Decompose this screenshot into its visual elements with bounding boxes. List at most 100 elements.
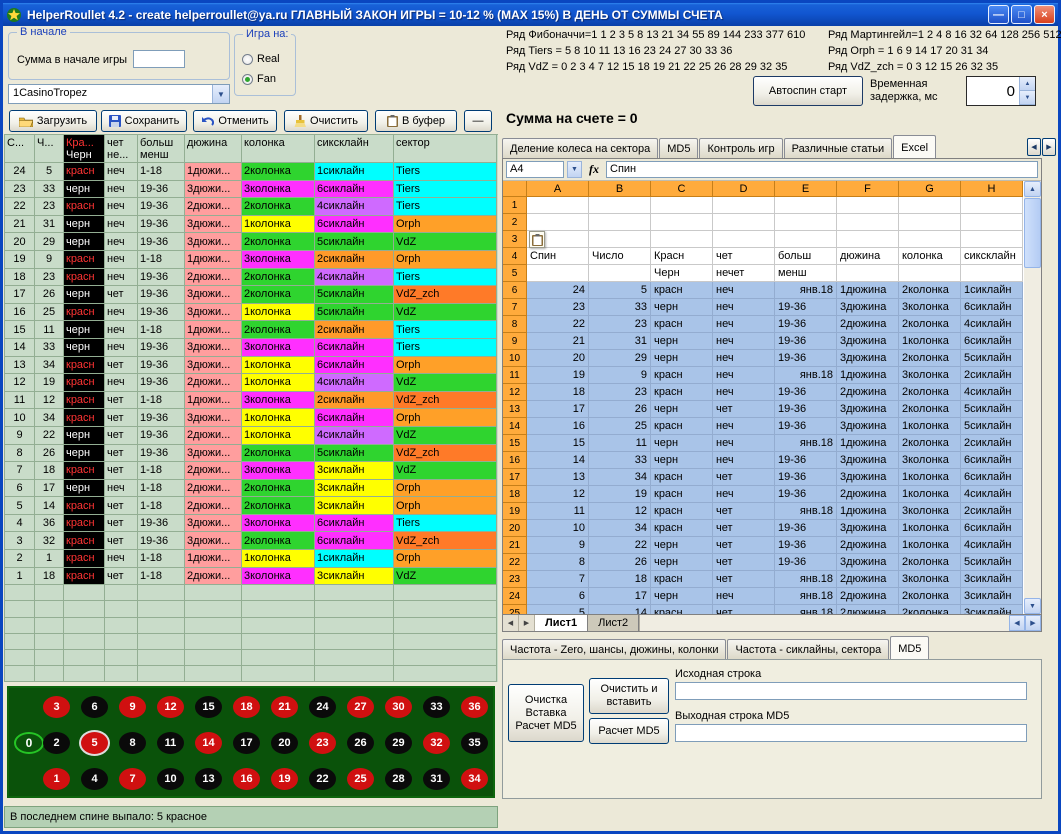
excel-cell[interactable]: 6сиклайн (961, 469, 1023, 486)
excel-cell[interactable]: 3дюжина (837, 299, 899, 316)
excel-cell[interactable]: Число (589, 248, 651, 265)
excel-cell[interactable]: 22 (589, 537, 651, 554)
excel-cell[interactable]: 2колонка (899, 588, 961, 605)
excel-column-header[interactable]: G (899, 181, 961, 197)
excel-cell[interactable]: чет (713, 520, 775, 537)
md5-clear-and-paste-button[interactable]: Очистить и вставить (589, 678, 669, 714)
scrollbar-thumb[interactable] (1024, 198, 1041, 268)
excel-column-header[interactable]: A (527, 181, 589, 197)
excel-cell[interactable] (589, 214, 651, 231)
bottom-tab-2[interactable]: Частота - сиклайны, сектора (727, 639, 889, 659)
excel-cell[interactable] (961, 214, 1023, 231)
excel-cell[interactable]: черн (651, 435, 713, 452)
tab-5[interactable]: Excel (893, 135, 936, 158)
excel-cell[interactable]: 19-36 (775, 350, 837, 367)
excel-cell[interactable]: 2колонка (899, 554, 961, 571)
excel-row-header[interactable]: 19 (503, 503, 527, 520)
excel-cell[interactable]: неч (713, 435, 775, 452)
excel-cell[interactable]: 2колонка (899, 316, 961, 333)
sheet-prev-icon[interactable]: ◀ (503, 615, 519, 631)
excel-cell[interactable]: 3дюжина (837, 554, 899, 571)
excel-cell[interactable]: 2колонка (899, 282, 961, 299)
excel-cell[interactable]: чет (713, 554, 775, 571)
radio-option-fan[interactable]: Fan (242, 69, 280, 89)
excel-cell[interactable]: янв.18 (775, 367, 837, 384)
excel-cell[interactable]: 3дюжина (837, 401, 899, 418)
excel-cell[interactable] (961, 231, 1023, 248)
excel-row-header[interactable]: 22 (503, 554, 527, 571)
excel-cell[interactable]: 19-36 (775, 333, 837, 350)
spinner-up-icon[interactable]: ▲ (1020, 77, 1035, 91)
excel-cell[interactable]: 25 (589, 418, 651, 435)
excel-cell[interactable]: 3дюжина (837, 469, 899, 486)
md5-calc-button[interactable]: Расчет MD5 (589, 718, 669, 744)
excel-cell[interactable]: 23 (527, 299, 589, 316)
excel-row-header[interactable]: 20 (503, 520, 527, 537)
excel-cell[interactable]: 18 (527, 384, 589, 401)
excel-cell[interactable]: 12 (527, 486, 589, 503)
excel-cell[interactable] (527, 214, 589, 231)
excel-cell[interactable]: 14 (527, 452, 589, 469)
casino-select[interactable]: 1CasinoTropez ▼ (8, 84, 230, 104)
excel-row-header[interactable]: 8 (503, 316, 527, 333)
horizontal-scrollbar[interactable]: ◀▶ (639, 615, 1041, 631)
excel-cell[interactable] (651, 231, 713, 248)
paste-options-icon[interactable] (529, 231, 545, 248)
excel-cell[interactable]: неч (713, 350, 775, 367)
excel-cell[interactable]: 3сиклайн (961, 588, 1023, 605)
excel-row-header[interactable]: 21 (503, 537, 527, 554)
excel-cell[interactable]: 3колонка (899, 299, 961, 316)
excel-cell[interactable]: 31 (589, 333, 651, 350)
excel-cell[interactable]: 4сиклайн (961, 384, 1023, 401)
excel-cell[interactable]: 20 (527, 350, 589, 367)
excel-cell[interactable] (775, 214, 837, 231)
excel-cell[interactable]: Черн (651, 265, 713, 282)
excel-cell[interactable]: янв.18 (775, 282, 837, 299)
excel-cell[interactable]: 6сиклайн (961, 520, 1023, 537)
excel-cell[interactable] (961, 197, 1023, 214)
excel-cell[interactable]: 19-36 (775, 418, 837, 435)
excel-cell[interactable]: 19-36 (775, 316, 837, 333)
excel-cell[interactable]: 2сиклайн (961, 367, 1023, 384)
excel-row-header[interactable]: 23 (503, 571, 527, 588)
excel-cell[interactable]: 8 (527, 554, 589, 571)
excel-cell[interactable]: 4сиклайн (961, 486, 1023, 503)
undo-button[interactable]: Отменить (193, 110, 277, 132)
excel-cell[interactable]: 1сиклайн (961, 282, 1023, 299)
excel-cell[interactable]: чет (713, 537, 775, 554)
excel-cell[interactable]: чет (713, 571, 775, 588)
excel-row-header[interactable]: 24 (503, 588, 527, 605)
excel-cell[interactable]: черн (651, 588, 713, 605)
excel-cell[interactable]: красн (651, 316, 713, 333)
excel-cell[interactable] (713, 197, 775, 214)
excel-row-header[interactable]: 18 (503, 486, 527, 503)
excel-cell[interactable]: янв.18 (775, 571, 837, 588)
excel-row-header[interactable]: 13 (503, 401, 527, 418)
excel-row-header[interactable]: 4 (503, 248, 527, 265)
excel-cell[interactable]: 19-36 (775, 520, 837, 537)
excel-cell[interactable]: 1колонка (899, 333, 961, 350)
excel-cell[interactable]: 1колонка (899, 486, 961, 503)
excel-cell[interactable]: красн (651, 418, 713, 435)
excel-column-header[interactable]: F (837, 181, 899, 197)
excel-cell[interactable]: 2колонка (899, 401, 961, 418)
excel-cell[interactable]: неч (713, 384, 775, 401)
excel-cell[interactable]: красн (651, 486, 713, 503)
sheet-next-icon[interactable]: ▶ (519, 615, 535, 631)
excel-row-header[interactable]: 25 (503, 605, 527, 614)
excel-cell[interactable]: 34 (589, 520, 651, 537)
excel-cell[interactable] (899, 265, 961, 282)
bottom-tab-1[interactable]: Частота - Zero, шансы, дюжины, колонки (502, 639, 726, 659)
chevron-down-icon[interactable]: ▼ (567, 161, 582, 178)
excel-cell[interactable]: красн (651, 367, 713, 384)
excel-cell[interactable]: неч (713, 588, 775, 605)
tab-scroll-left-icon[interactable]: ◀ (1027, 138, 1041, 156)
excel-row-header[interactable]: 17 (503, 469, 527, 486)
excel-column-header[interactable]: E (775, 181, 837, 197)
excel-cell[interactable]: 1дюжина (837, 367, 899, 384)
restore-button[interactable]: □ (1011, 5, 1032, 24)
excel-cell[interactable] (589, 197, 651, 214)
excel-cell[interactable]: 3колонка (899, 367, 961, 384)
load-button[interactable]: Загрузить (9, 110, 97, 132)
excel-cell[interactable]: красн (651, 503, 713, 520)
